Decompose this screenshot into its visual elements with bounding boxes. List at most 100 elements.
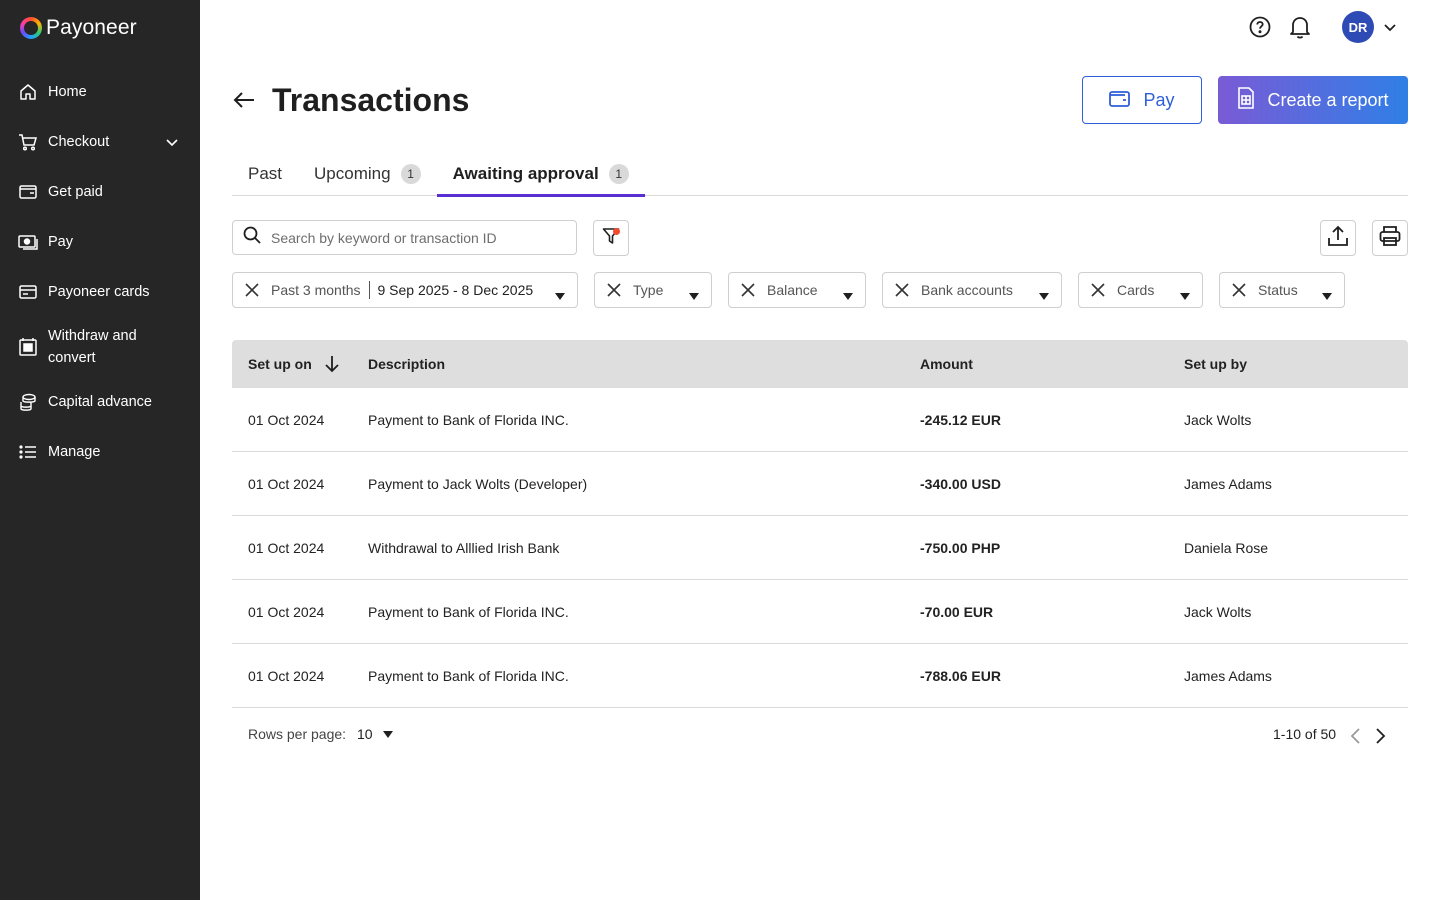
column-header-set-up-on[interactable]: Set up on <box>248 340 340 388</box>
sidebar-nav: Home Checkout Get paid Pay Payoneer card… <box>0 67 200 477</box>
cell-set-up-by: Jack Wolts <box>1184 411 1252 428</box>
table-header: Set up on Description Amount Set up by <box>232 340 1408 388</box>
sidebar-item-label: Home <box>48 84 87 100</box>
close-icon[interactable] <box>1232 283 1246 297</box>
sidebar-item-payoneer-cards[interactable]: Payoneer cards <box>0 267 200 317</box>
table-row[interactable]: 01 Oct 2024 Payment to Bank of Florida I… <box>232 388 1408 452</box>
list-icon <box>18 442 38 462</box>
rows-per-page-value: 10 <box>357 726 373 742</box>
caret-down-icon <box>1039 287 1049 300</box>
sidebar-item-get-paid[interactable]: Get paid <box>0 167 200 217</box>
count-badge: 1 <box>400 164 421 184</box>
caret-down-icon <box>1322 287 1332 300</box>
cell-date: 01 Oct 2024 <box>248 539 325 556</box>
table-row[interactable]: 01 Oct 2024 Payment to Bank of Florida I… <box>232 580 1408 644</box>
period-filter-chip[interactable]: Past 3 months 9 Sep 2025 - 8 Dec 2025 <box>232 272 578 308</box>
wallet-icon <box>18 182 38 202</box>
chevron-right-icon[interactable] <box>1372 727 1388 745</box>
sidebar-item-manage[interactable]: Manage <box>0 427 200 477</box>
back-arrow-icon[interactable] <box>232 89 256 111</box>
sidebar-item-label: Capital advance <box>48 394 152 410</box>
close-icon[interactable] <box>741 283 755 297</box>
upload-icon <box>1327 225 1349 252</box>
bell-icon[interactable] <box>1288 14 1312 40</box>
column-header-set-up-by: Set up by <box>1184 356 1248 372</box>
chevron-down-icon[interactable] <box>164 134 180 150</box>
search-icon <box>243 226 261 249</box>
cell-description: Payment to Bank of Florida INC. <box>368 603 569 620</box>
pay-button-label: Pay <box>1143 89 1175 110</box>
period-label: Past 3 months <box>271 282 361 298</box>
cell-date: 01 Oct 2024 <box>248 603 325 620</box>
sidebar-item-label: Withdraw and convert <box>48 328 137 366</box>
help-icon[interactable] <box>1248 15 1272 39</box>
sidebar-item-home[interactable]: Home <box>0 67 200 117</box>
create-report-button[interactable]: Create a report <box>1218 76 1408 124</box>
cell-description: Payment to Bank of Florida INC. <box>368 667 569 684</box>
chevron-left-icon[interactable] <box>1348 727 1364 745</box>
sidebar-item-label: Payoneer cards <box>48 284 150 300</box>
tab-label: Awaiting approval <box>452 164 599 183</box>
card-icon <box>18 282 38 302</box>
cart-icon <box>18 132 38 152</box>
search-input[interactable] <box>271 229 551 246</box>
payoneer-logo[interactable]: Payoneer <box>20 16 137 40</box>
close-icon[interactable] <box>607 283 621 297</box>
bank-accounts-filter-chip[interactable]: Bank accounts <box>882 272 1062 308</box>
avatar[interactable]: DR <box>1342 11 1374 43</box>
rows-per-page-label: Rows per page: <box>248 726 347 742</box>
print-button[interactable] <box>1372 220 1408 256</box>
balance-label: Balance <box>767 282 818 298</box>
cards-label: Cards <box>1117 282 1155 298</box>
coins-icon <box>18 392 38 412</box>
table-row[interactable]: 01 Oct 2024 Withdrawal to Alllied Irish … <box>232 516 1408 580</box>
sidebar-item-pay[interactable]: Pay <box>0 217 200 267</box>
period-range: 9 Sep 2025 - 8 Dec 2025 <box>377 282 534 298</box>
type-filter-chip[interactable]: Type <box>594 272 712 308</box>
chip-divider <box>368 281 370 299</box>
rows-per-page-select[interactable]: 10 <box>357 726 393 742</box>
tab-awaiting-approval[interactable]: Awaiting approval 1 <box>436 152 645 197</box>
tab-upcoming[interactable]: Upcoming 1 <box>298 152 437 196</box>
cell-amount: -340.00 USD <box>920 475 1001 492</box>
close-icon[interactable] <box>895 283 909 297</box>
filter-button[interactable] <box>593 220 629 256</box>
close-icon[interactable] <box>245 283 259 297</box>
chevron-down-icon[interactable] <box>1382 19 1398 35</box>
balance-filter-chip[interactable]: Balance <box>728 272 866 308</box>
search-box <box>232 220 577 255</box>
home-icon <box>18 82 38 102</box>
bank-accounts-label: Bank accounts <box>921 282 1013 298</box>
sidebar-item-checkout[interactable]: Checkout <box>0 117 200 167</box>
caret-down-icon <box>843 287 853 300</box>
close-icon[interactable] <box>1091 283 1105 297</box>
sidebar-item-withdraw-and-convert[interactable]: Withdraw and convert <box>0 317 200 377</box>
column-header-label: Set up on <box>248 356 312 372</box>
table-row[interactable]: 01 Oct 2024 Payment to Jack Wolts (Devel… <box>232 452 1408 516</box>
sidebar-item-capital-advance[interactable]: Capital advance <box>0 377 200 427</box>
cell-set-up-by: Jack Wolts <box>1184 603 1252 620</box>
cell-description: Payment to Jack Wolts (Developer) <box>368 475 588 492</box>
cell-amount: -70.00 EUR <box>920 603 994 620</box>
count-badge: 1 <box>608 164 629 184</box>
transaction-rows: 01 Oct 2024 Payment to Bank of Florida I… <box>232 388 1408 708</box>
cell-set-up-by: Daniela Rose <box>1184 539 1269 556</box>
cell-description: Payment to Bank of Florida INC. <box>368 411 569 428</box>
caret-down-icon <box>689 287 699 300</box>
logo-text: Payoneer <box>46 16 137 39</box>
create-report-label: Create a report <box>1267 89 1389 110</box>
sort-down-arrow-icon[interactable] <box>324 355 340 373</box>
cell-date: 01 Oct 2024 <box>248 411 325 428</box>
cell-set-up-by: James Adams <box>1184 667 1272 684</box>
wallet-icon <box>1109 89 1131 112</box>
status-filter-chip[interactable]: Status <box>1219 272 1345 308</box>
export-button[interactable] <box>1320 220 1356 256</box>
pagination-range: 1-10 of 50 <box>1273 726 1337 742</box>
tab-past[interactable]: Past <box>232 152 298 196</box>
printer-icon <box>1379 225 1401 252</box>
sidebar-item-label: Pay <box>48 234 73 250</box>
cell-date: 01 Oct 2024 <box>248 475 325 492</box>
pay-button[interactable]: Pay <box>1082 76 1202 124</box>
cards-filter-chip[interactable]: Cards <box>1078 272 1203 308</box>
table-row[interactable]: 01 Oct 2024 Payment to Bank of Florida I… <box>232 644 1408 708</box>
